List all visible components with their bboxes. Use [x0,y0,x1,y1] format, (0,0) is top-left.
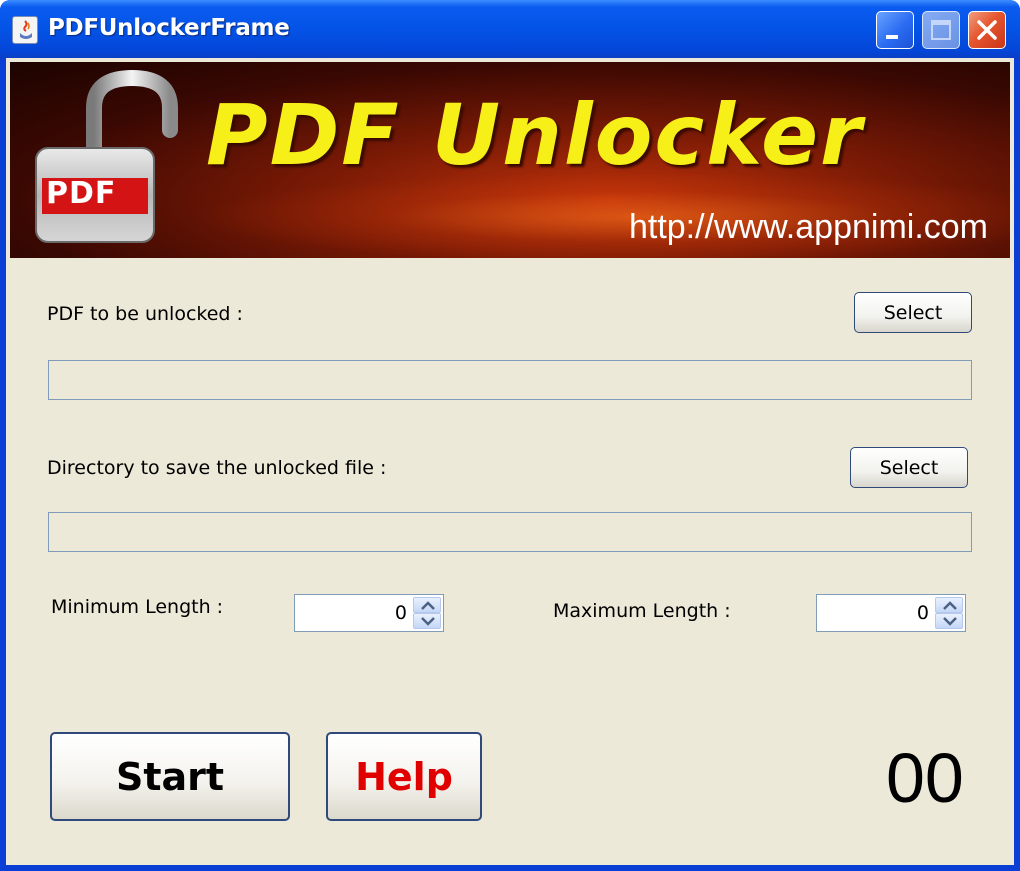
help-button-label: Help [355,754,453,799]
maximum-length-down-button[interactable] [935,613,963,629]
spinner-down-icon [421,617,435,626]
close-icon [977,20,997,40]
title-bar[interactable]: PDFUnlockerFrame [0,0,1020,58]
minimize-icon [886,35,898,39]
minimum-length-arrows [413,597,441,629]
pdf-path-field[interactable] [48,360,972,400]
select-pdf-button-label: Select [883,301,943,324]
app-window: PDFUnlockerFrame PDF PDF Unlocker http:/… [0,0,1020,871]
directory-path-field[interactable] [48,512,972,552]
spinner-up-icon [421,601,435,610]
padlock-icon [35,69,178,243]
pdf-to-unlock-label: PDF to be unlocked : [47,303,243,325]
select-directory-button-label: Select [879,456,939,479]
lock-badge-text: PDF [46,176,117,211]
start-button-label: Start [115,754,225,799]
maximize-button[interactable] [922,11,960,49]
banner-url: http://www.appnimi.com [628,208,988,246]
maximum-length-spinner[interactable]: 0 [816,594,966,632]
select-directory-button[interactable]: Select [850,447,968,488]
minimize-button[interactable] [876,11,914,49]
minimum-length-value: 0 [394,602,407,624]
client-area: PDF PDF Unlocker http://www.appnimi.com … [6,58,1014,865]
minimum-length-label: Minimum Length : [51,596,224,618]
maximum-length-value: 0 [916,602,929,624]
app-banner: PDF PDF Unlocker http://www.appnimi.com [10,62,1010,258]
app-icon[interactable] [12,16,38,44]
maximum-length-up-button[interactable] [935,597,963,613]
save-directory-label: Directory to save the unlocked file : [47,457,387,479]
minimum-length-up-button[interactable] [413,597,441,613]
minimum-length-down-button[interactable] [413,613,441,629]
maximum-length-label: Maximum Length : [553,600,731,622]
select-pdf-button[interactable]: Select [854,292,972,333]
help-button[interactable]: Help [326,732,482,821]
window-title: PDFUnlockerFrame [48,15,290,41]
progress-counter: 00 [886,739,964,817]
start-button[interactable]: Start [50,732,290,821]
spinner-up-icon [943,601,957,610]
spinner-down-icon [943,617,957,626]
minimum-length-spinner[interactable]: 0 [294,594,444,632]
close-button[interactable] [968,11,1006,49]
maximize-icon [931,20,951,40]
banner-title: PDF Unlocker [206,86,864,184]
maximum-length-arrows [935,597,963,629]
